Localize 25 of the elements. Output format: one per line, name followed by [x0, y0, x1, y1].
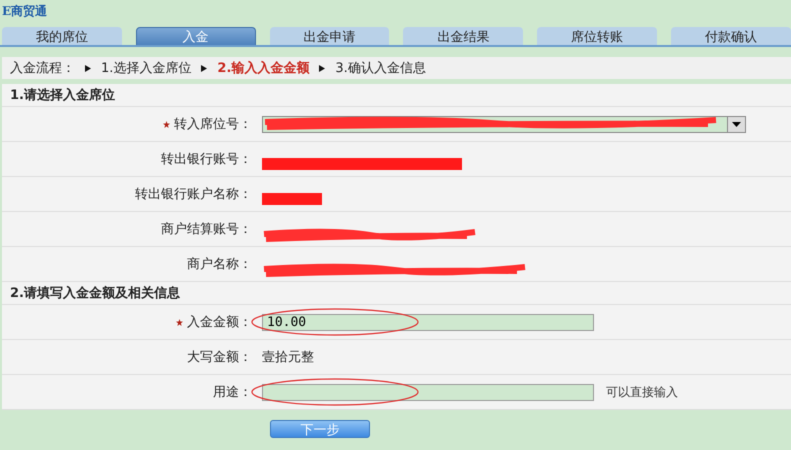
app-title: E商贸通: [1, 3, 48, 20]
field-label: 大写金额：: [187, 349, 252, 366]
nav-tab[interactable]: 出金申请: [270, 27, 390, 45]
field-label: 用途：: [213, 384, 252, 401]
hint-text: 可以直接输入: [606, 384, 678, 400]
step-label: 2.输入入金金额: [217, 60, 310, 77]
step-bar-label: 入金流程：: [10, 60, 75, 77]
input-field[interactable]: [262, 384, 594, 400]
triangle-icon: [319, 64, 326, 72]
field-label: 商户结算账号：: [161, 221, 252, 238]
input-field[interactable]: 10.00: [262, 314, 594, 330]
triangle-icon: [201, 64, 208, 72]
step-label: 3.确认入金信息: [335, 60, 426, 77]
nav-tab[interactable]: 席位转账: [537, 27, 658, 45]
nav-tab[interactable]: 付款确认: [671, 27, 791, 45]
nav-tab[interactable]: 出金结果: [403, 27, 524, 45]
value-text: 壹拾元整: [262, 349, 314, 366]
field-label: 转出银行账号：: [161, 151, 252, 168]
field-label: 转出银行账户名称：: [135, 186, 252, 203]
step-label: 1.选择入金席位: [101, 60, 192, 77]
triangle-icon: [85, 64, 91, 72]
field-label: 入金金额：: [187, 314, 252, 331]
field-label: 商户名称：: [187, 256, 252, 273]
nav-tab[interactable]: 我的席位: [2, 27, 122, 45]
field-label: 转入席位号：: [174, 116, 252, 133]
